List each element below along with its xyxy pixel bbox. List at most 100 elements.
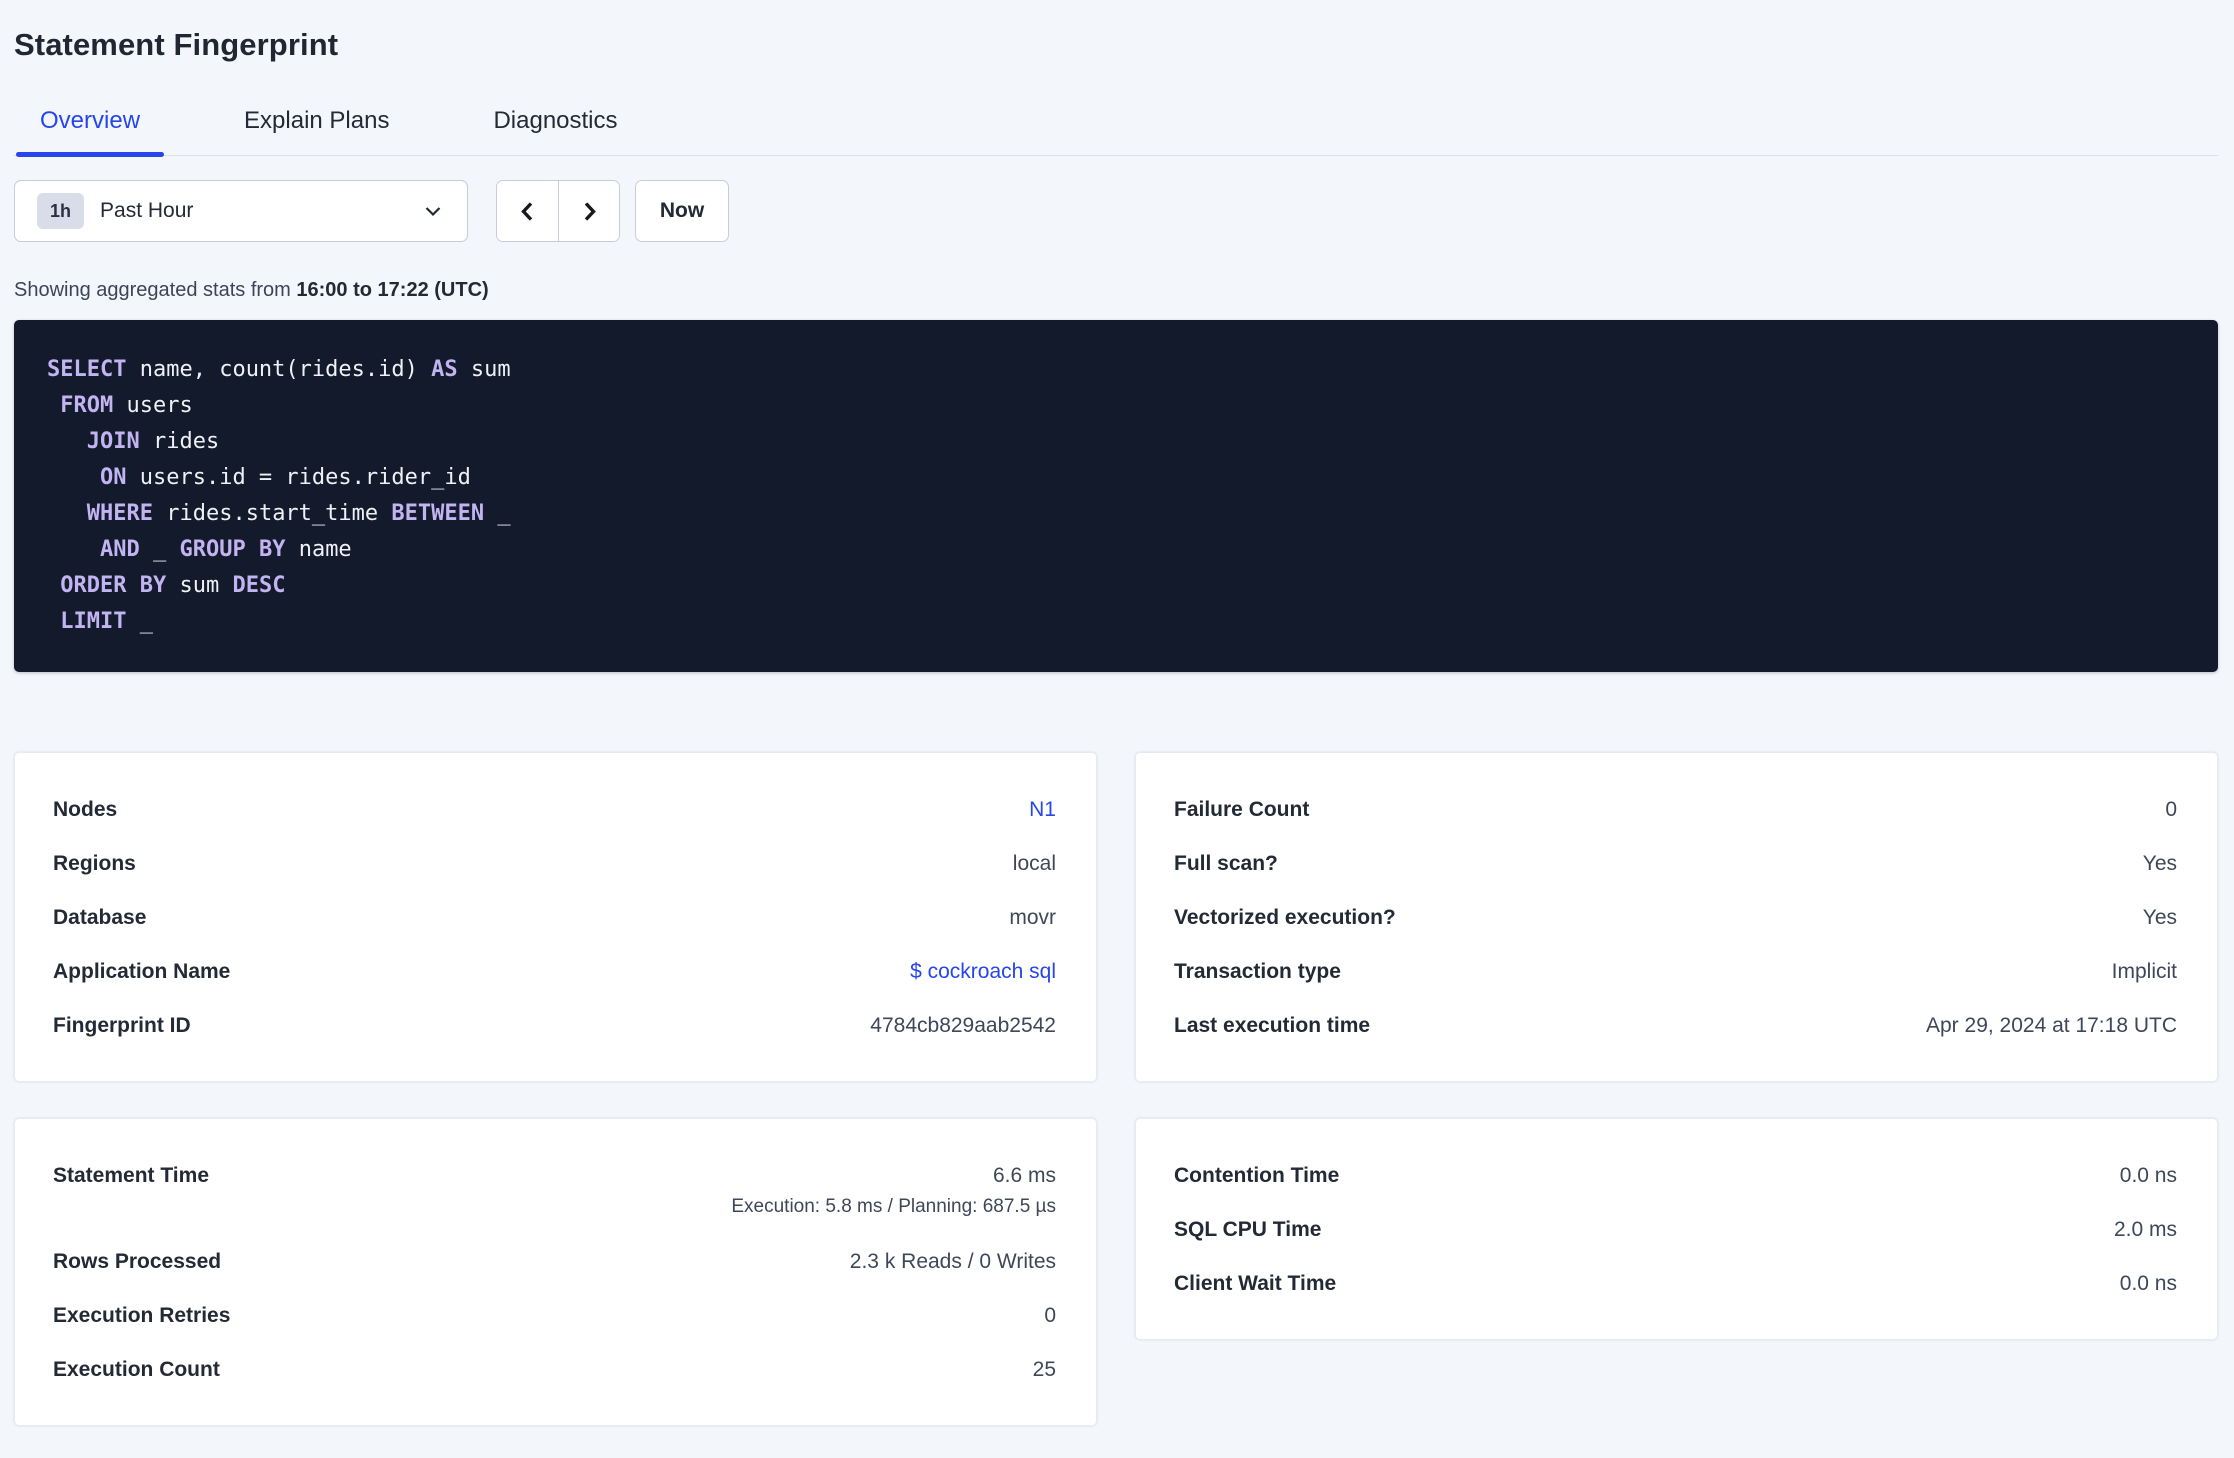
sql-line: ORDER BY sum DESC	[60, 573, 286, 598]
stat-label: Contention Time	[1174, 1164, 1340, 1187]
stat-label: Execution Count	[53, 1358, 220, 1381]
stat-value-group: 25	[1033, 1358, 1056, 1382]
sql-line: JOIN rides	[86, 429, 220, 454]
time-range-badge: 1h	[37, 193, 85, 229]
now-button[interactable]: Now	[635, 180, 729, 242]
stat-value: 0.0 ns	[2119, 1164, 2177, 1187]
stat-value-group: 0.0 ns	[2120, 1164, 2177, 1188]
stat-row: Database movr	[53, 891, 1056, 945]
stat-label: Regions	[53, 852, 136, 875]
summary-time-range: 16:00 to 17:22 (UTC)	[296, 279, 489, 301]
tab-explain-plans[interactable]: Explain Plans	[220, 105, 413, 155]
page-title: Statement Fingerprint	[14, 27, 339, 62]
stat-row: Execution Retries 0	[53, 1289, 1056, 1343]
stat-row: Application Name $ cockroach sql	[53, 945, 1056, 999]
stat-row: Execution Count 25	[53, 1343, 1056, 1397]
stat-row: Client Wait Time 0.0 ns	[1174, 1257, 2177, 1311]
stat-value: 0	[1044, 1304, 1056, 1327]
stat-value-group: movr	[1009, 906, 1056, 930]
tab-diagnostics[interactable]: Diagnostics	[469, 105, 641, 155]
stat-value-link[interactable]: N1	[1029, 798, 1056, 822]
stat-label: Vectorized execution?	[1174, 906, 1396, 929]
stat-value: 4784cb829aab2542	[870, 1014, 1056, 1037]
stat-value: 2.3 k Reads / 0 Writes	[849, 1250, 1056, 1273]
stat-value-group: Apr 29, 2024 at 17:18 UTC	[1926, 1014, 2177, 1038]
summary-prefix: Showing aggregated stats from	[14, 279, 297, 301]
sql-line: SELECT name, count(rides.id) AS sum	[47, 357, 511, 382]
stat-value: 2.0 ms	[2113, 1218, 2177, 1241]
stat-label: Nodes	[53, 798, 118, 821]
stat-label: Database	[53, 906, 147, 929]
sql-line: ON users.id = rides.rider_id	[99, 465, 471, 490]
stat-value-link[interactable]: $ cockroach sql	[910, 960, 1056, 984]
stat-row: Last execution time Apr 29, 2024 at 17:18…	[1174, 999, 2177, 1053]
stat-value-group: $ cockroach sql	[910, 960, 1056, 984]
sql-line: LIMIT _	[60, 609, 153, 634]
stat-label: Execution Retries	[53, 1304, 231, 1327]
chevron-right-icon	[576, 198, 603, 225]
stat-value-group: 2.3 k Reads / 0 Writes	[850, 1250, 1056, 1274]
aggregated-stats-summary: Showing aggregated stats from 16:00 to 1…	[14, 276, 2218, 304]
stat-row: Statement Time 6.6 ms Execution: 5.8 ms / …	[53, 1149, 1056, 1235]
stat-label: Fingerprint ID	[53, 1014, 191, 1037]
statement-timing-card: Statement Time 6.6 ms Execution: 5.8 ms / …	[14, 1118, 1097, 1426]
tab-overview[interactable]: Overview	[16, 105, 165, 157]
stat-row: Transaction type Implicit	[1174, 945, 2177, 999]
stat-label: Full scan?	[1174, 852, 1278, 875]
stat-value: 0	[2165, 798, 2177, 821]
stat-label: Rows Processed	[53, 1250, 222, 1273]
stat-row: Regions local	[53, 837, 1056, 891]
sql-line: FROM users	[60, 393, 193, 418]
stat-row: Full scan? Yes	[1174, 837, 2177, 891]
stat-row: Rows Processed 2.3 k Reads / 0 Writes	[53, 1235, 1056, 1289]
stat-value-group: Yes	[2143, 852, 2177, 876]
stat-value: movr	[1009, 906, 1056, 929]
stat-value: local	[1012, 852, 1056, 875]
wait-timing-card: Contention Time 0.0 ns SQL CPU Time 2.0 ms C…	[1135, 1118, 2218, 1340]
page: Statement Fingerprint Overview Explain P…	[0, 0, 2234, 1426]
time-range-label: Past Hour	[100, 199, 194, 222]
tab-bar: Overview Explain Plans Diagnostics	[14, 105, 2218, 157]
stat-value: 6.6 ms	[992, 1164, 1056, 1187]
stat-value-group: Implicit	[2112, 960, 2177, 984]
sql-line: AND _ GROUP BY name	[99, 537, 352, 562]
stat-label: Transaction type	[1174, 960, 1341, 983]
stat-value-group: local	[1013, 852, 1056, 876]
stat-row: SQL CPU Time 2.0 ms	[1174, 1203, 2177, 1257]
stat-label: Statement Time	[53, 1164, 209, 1187]
stat-label: Failure Count	[1174, 798, 1310, 821]
time-controls: 1h Past Hour Now	[14, 180, 2218, 242]
sql-line: WHERE rides.start_time BETWEEN _	[86, 501, 511, 526]
stat-value: Apr 29, 2024 at 17:18 UTC	[1926, 1014, 2177, 1037]
sql-statement: SELECT name, count(rides.id) AS sum FROM…	[14, 320, 2218, 672]
stat-value-group: 2.0 ms	[2114, 1218, 2177, 1242]
stat-value: Implicit	[2111, 960, 2177, 983]
stat-row: Vectorized execution? Yes	[1174, 891, 2177, 945]
stat-value-group: 0	[2165, 798, 2177, 822]
chevron-left-icon	[514, 198, 541, 225]
stat-value: Yes	[2142, 906, 2177, 929]
stat-row: Nodes N1	[53, 783, 1056, 837]
stat-value: 25	[1032, 1358, 1056, 1381]
stat-label: Application Name	[53, 960, 231, 983]
chevron-down-icon	[421, 199, 445, 223]
stat-row: Failure Count 0	[1174, 783, 2177, 837]
stat-value-group: 0	[1044, 1304, 1056, 1328]
next-time-button[interactable]	[558, 181, 619, 241]
stat-row: Fingerprint ID 4784cb829aab2542	[53, 999, 1056, 1053]
prev-time-button[interactable]	[497, 181, 558, 241]
stat-label: Client Wait Time	[1174, 1272, 1337, 1295]
time-range-dropdown[interactable]: 1h Past Hour	[14, 180, 468, 242]
stat-value-group: 4784cb829aab2542	[870, 1014, 1056, 1038]
time-nav-group	[496, 180, 620, 242]
stats-grid: Nodes N1 Regions local Database movr Applicati…	[14, 752, 2218, 1426]
stat-value: Yes	[2142, 852, 2177, 875]
stat-value-group: 0.0 ns	[2120, 1272, 2177, 1296]
stat-label: SQL CPU Time	[1174, 1218, 1322, 1241]
stat-value: 0.0 ns	[2119, 1272, 2177, 1295]
stat-row: Contention Time 0.0 ns	[1174, 1149, 2177, 1203]
stat-label: Last execution time	[1174, 1014, 1371, 1037]
execution-attributes-card: Failure Count 0 Full scan? Yes Vectorized ex…	[1135, 752, 2218, 1082]
stat-value-group: N1	[1029, 798, 1056, 822]
stat-subvalue: Execution: 5.8 ms / Planning: 687.5 µs	[731, 1196, 1056, 1217]
